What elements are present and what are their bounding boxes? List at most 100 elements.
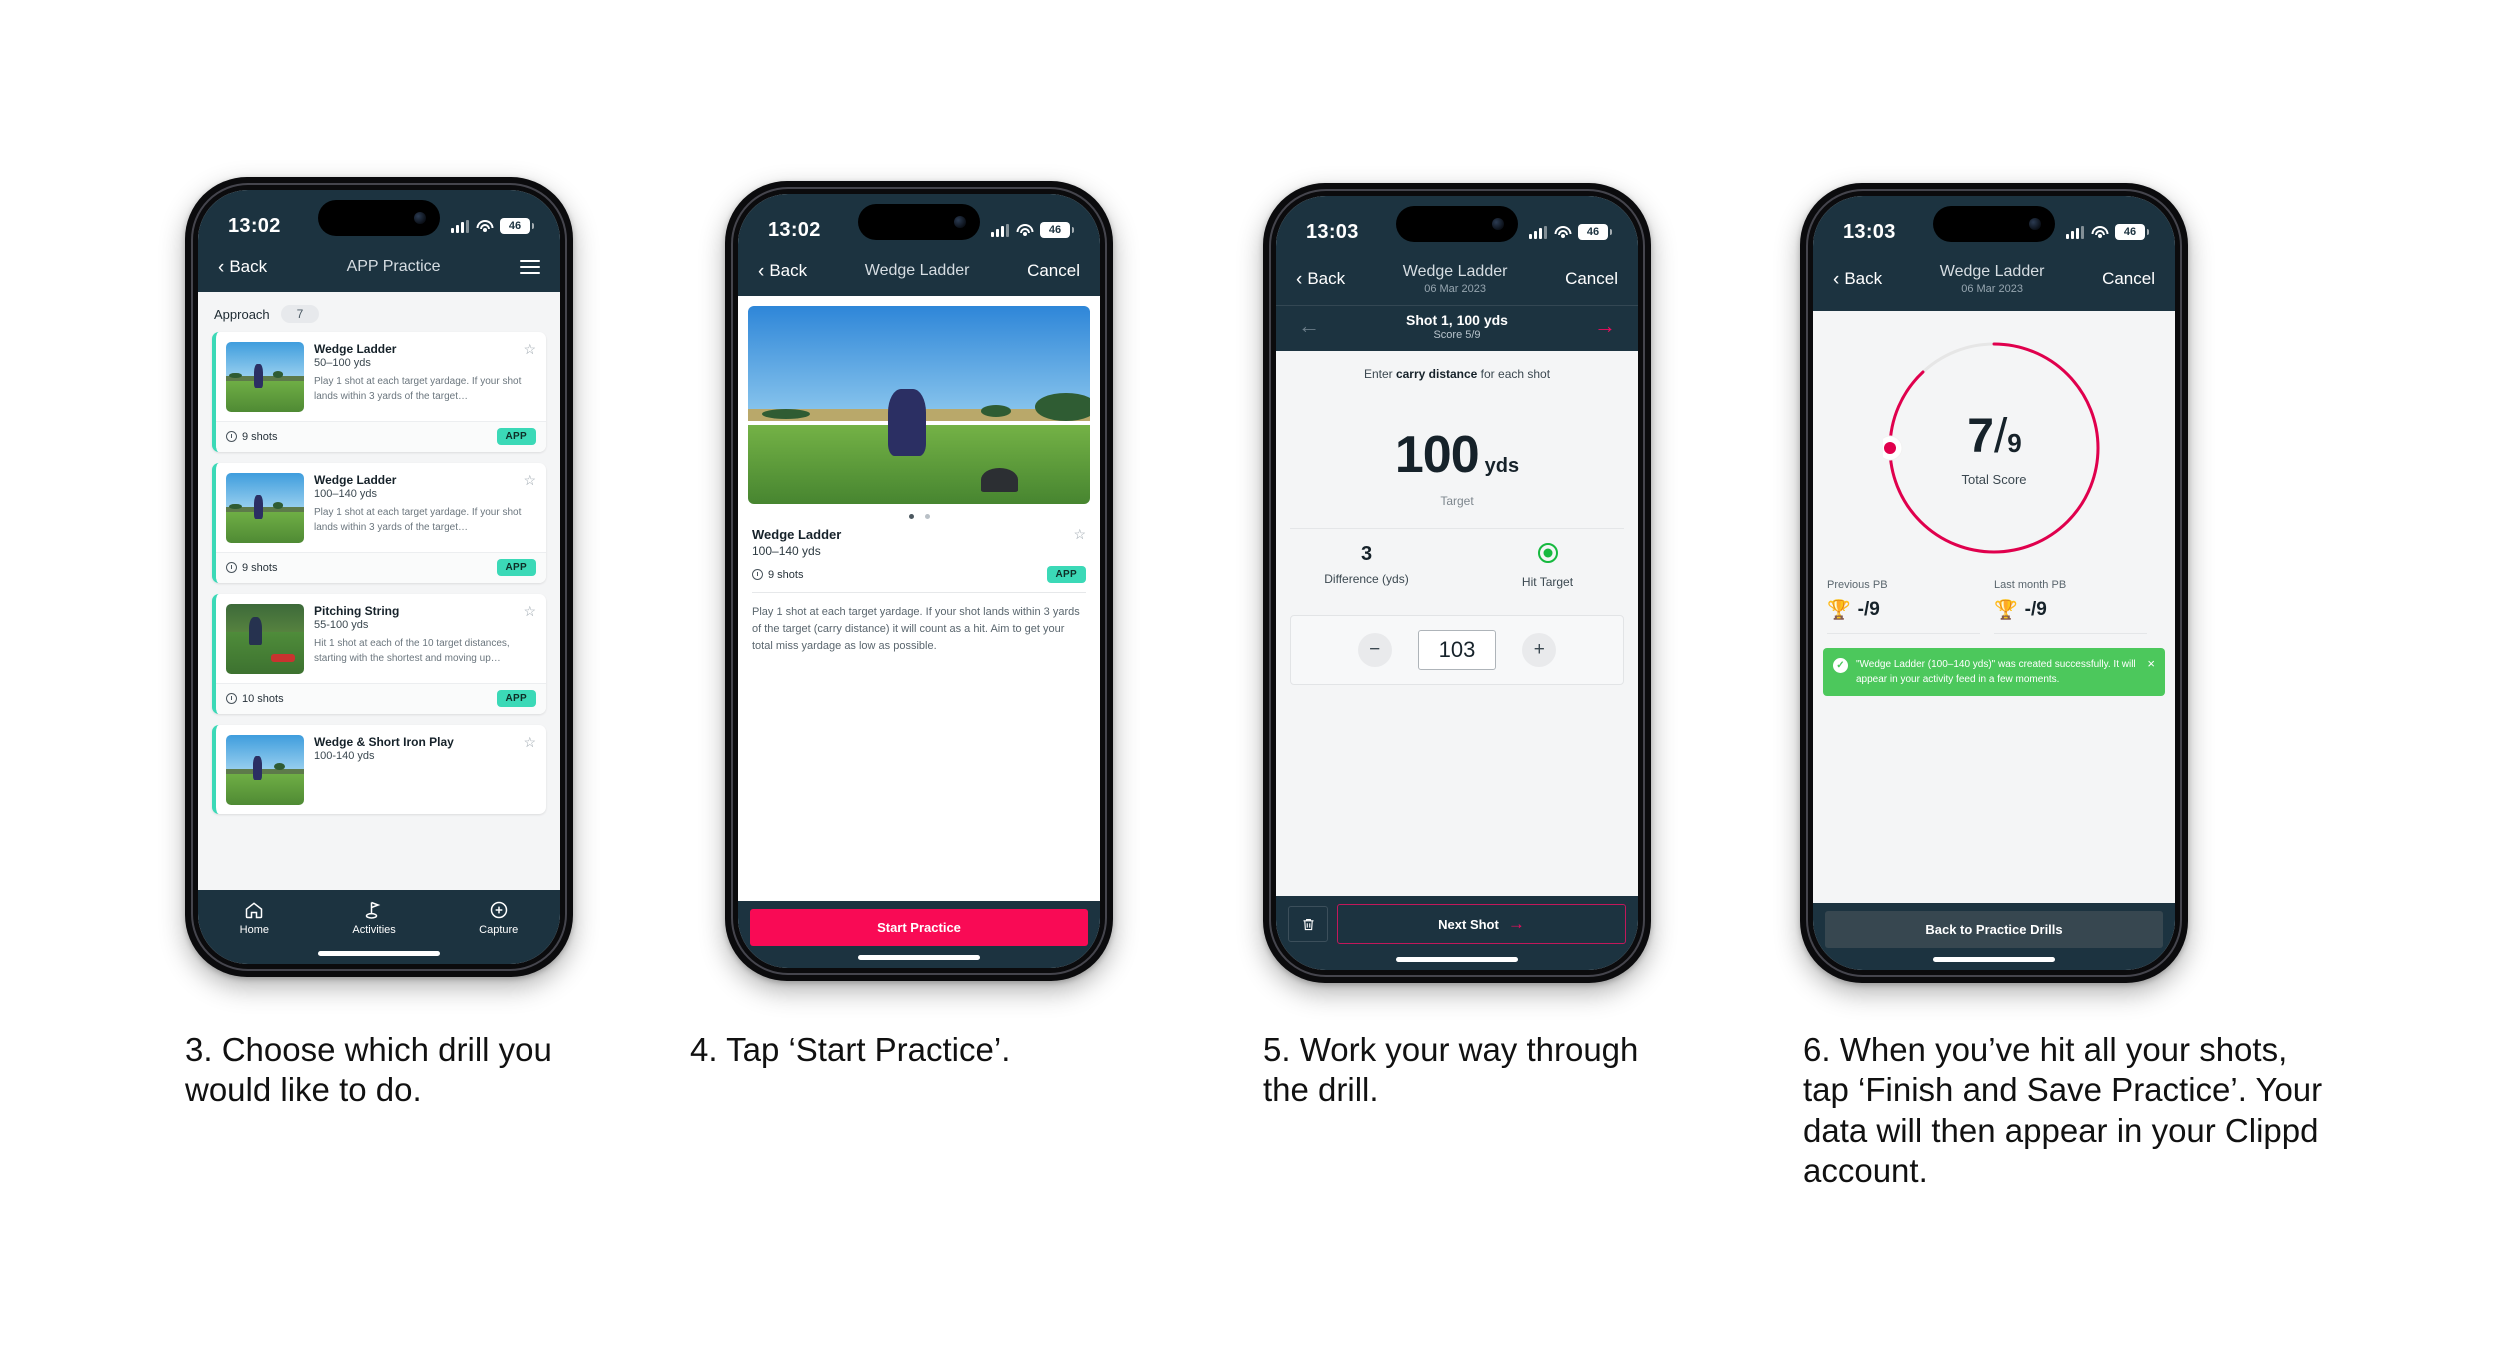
- dynamic-island: [318, 200, 440, 236]
- back-label: Back: [1844, 269, 1883, 289]
- caption-step-4: 4. Tap ‘Start Practice’.: [690, 1031, 1011, 1068]
- shot-result-row: 3 Difference (yds) Hit Target: [1276, 529, 1638, 589]
- carry-distance-stepper[interactable]: − 103 +: [1290, 614, 1624, 685]
- trophy-icon: 🏆: [1827, 599, 1851, 621]
- hit-target-icon: [1537, 542, 1558, 563]
- previous-pb-value-row: 🏆 -/9: [1827, 598, 1994, 622]
- drill-description: Play 1 shot at each target yardage. If y…: [314, 507, 522, 533]
- shot-count: 9 shots: [752, 569, 803, 581]
- chevron-left-icon: ‹: [1833, 268, 1840, 290]
- shot-count-label: 9 shots: [242, 561, 278, 574]
- drill-range: 100-140 yds: [314, 750, 375, 762]
- drill-description: Play 1 shot at each target yardage. If y…: [752, 606, 1080, 653]
- tab-activities[interactable]: Activities: [352, 900, 396, 936]
- start-practice-button[interactable]: Start Practice: [750, 909, 1088, 946]
- decrement-button[interactable]: −: [1357, 632, 1392, 667]
- back-button[interactable]: ‹ Back: [218, 257, 267, 277]
- success-toast: ✓ "Wedge Ladder (100–140 yds)" was creat…: [1823, 647, 2165, 696]
- front-camera-icon: [954, 216, 966, 228]
- category-badge: APP: [496, 559, 536, 576]
- menu-button[interactable]: [520, 260, 540, 274]
- cancel-button[interactable]: Cancel: [2102, 269, 2155, 289]
- drill-thumbnail: [226, 473, 304, 543]
- drill-thumbnail: [226, 735, 304, 805]
- page-title-text: Wedge Ladder: [1939, 263, 2045, 280]
- shot-count: 10 shots: [226, 693, 284, 705]
- back-button[interactable]: ‹ Back: [758, 261, 807, 281]
- drill-card-footer: 9 shots APP: [216, 421, 546, 452]
- cancel-button[interactable]: Cancel: [1027, 261, 1080, 281]
- category-filter[interactable]: Approach 7: [198, 292, 560, 332]
- shot-info: Shot 1, 100 yds Score 5/9: [1320, 312, 1594, 341]
- cellular-signal-icon: [451, 219, 469, 233]
- front-camera-icon: [2029, 218, 2041, 230]
- tab-capture[interactable]: Capture: [479, 900, 518, 936]
- close-icon[interactable]: ×: [2147, 656, 2155, 671]
- favorite-star-icon[interactable]: ☆: [523, 342, 536, 356]
- phone-shot-entry: 13:03 46 ‹ Back Wedge Ladder 06 Mar 2023…: [1263, 183, 1651, 983]
- hamburger-icon: [520, 260, 540, 274]
- target-unit: yds: [1484, 454, 1520, 477]
- favorite-star-icon[interactable]: ☆: [1073, 527, 1086, 541]
- next-shot-button[interactable]: Next Shot →: [1337, 904, 1626, 944]
- drill-card[interactable]: Wedge Ladder 100–140 yds ☆ Play 1 shot a…: [212, 463, 546, 583]
- previous-pb-label: Previous PB: [1827, 578, 1888, 591]
- difference-stat: 3 Difference (yds): [1276, 543, 1457, 589]
- wifi-icon: [1016, 223, 1033, 237]
- category-badge: APP: [496, 428, 536, 445]
- back-to-practice-drills-button[interactable]: Back to Practice Drills: [1825, 911, 2163, 948]
- plus-circle-icon: [490, 901, 507, 919]
- toast-message: "Wedge Ladder (100–140 yds)" was created…: [1856, 658, 2136, 685]
- next-shot-arrow-icon[interactable]: →: [1594, 315, 1616, 337]
- arrow-right-icon: →: [1507, 914, 1525, 933]
- entry-hint-pre: Enter: [1363, 366, 1396, 381]
- drill-meta: 9 shots APP: [752, 566, 1086, 593]
- previous-shot-arrow-icon[interactable]: ←: [1298, 315, 1320, 337]
- drill-list-body[interactable]: Approach 7 Wedge Ladder 50–100 yds ☆ Pla…: [198, 292, 560, 890]
- nav-bar: ‹ Back Wedge Ladder Cancel: [738, 252, 1100, 296]
- trophy-icon: 🏆: [1994, 599, 2018, 621]
- entry-hint: Enter carry distance for each shot: [1276, 351, 1638, 381]
- drill-card[interactable]: Pitching String 55-100 yds ☆ Hit 1 shot …: [212, 594, 546, 714]
- drill-card-footer: 9 shots APP: [216, 552, 546, 583]
- drill-detail-info: Wedge Ladder 100–140 yds ☆ 9 shots APP P…: [738, 527, 1100, 655]
- screen: 13:02 46 ‹ Back Wedge Ladder Cancel Wedg…: [738, 194, 1100, 968]
- trash-icon: [1303, 918, 1313, 930]
- clock-icon: [752, 569, 763, 580]
- category-count-chip: 7: [280, 305, 320, 323]
- score-ring-container: 7/9 Total Score: [1813, 311, 2175, 559]
- phone-score-summary: 13:03 46 ‹ Back Wedge Ladder 06 Mar 2023…: [1800, 183, 2188, 983]
- carousel-dots[interactable]: [738, 504, 1100, 527]
- back-button[interactable]: ‹ Back: [1833, 269, 1882, 289]
- drill-range: 100–140 yds: [314, 488, 377, 500]
- clock-icon: [226, 431, 237, 442]
- total-score-label: Total Score: [1961, 471, 2027, 487]
- drill-card-text: Wedge Ladder 50–100 yds ☆ Play 1 shot at…: [314, 342, 536, 412]
- divider: [1827, 632, 1980, 634]
- favorite-star-icon[interactable]: ☆: [523, 473, 536, 487]
- score-ring: 7/9 Total Score: [1883, 337, 2105, 559]
- favorite-star-icon[interactable]: ☆: [523, 604, 536, 618]
- back-button[interactable]: ‹ Back: [1296, 269, 1345, 289]
- shot-stepper-nav: ← Shot 1, 100 yds Score 5/9 →: [1276, 304, 1638, 351]
- shot-count: 9 shots: [226, 431, 277, 443]
- increment-button[interactable]: +: [1522, 632, 1557, 667]
- drill-card[interactable]: Wedge Ladder 50–100 yds ☆ Play 1 shot at…: [212, 332, 546, 452]
- phone-drill-list: 13:02 46 ‹ Back APP Practice Approach 7 …: [185, 177, 573, 977]
- cancel-button[interactable]: Cancel: [1565, 269, 1618, 289]
- divider: [1994, 632, 2147, 634]
- chevron-left-icon: ‹: [758, 260, 765, 282]
- favorite-star-icon[interactable]: ☆: [523, 735, 536, 749]
- wifi-icon: [476, 219, 493, 233]
- drill-card-main: Wedge Ladder 100–140 yds ☆ Play 1 shot a…: [216, 463, 546, 552]
- cta-container: Start Practice: [738, 901, 1100, 946]
- carry-distance-input[interactable]: 103: [1417, 629, 1497, 670]
- tab-home[interactable]: Home: [240, 900, 269, 936]
- delete-shot-button[interactable]: [1288, 906, 1328, 942]
- drill-card[interactable]: Wedge & Short Iron Play 100-140 yds ☆: [212, 725, 546, 814]
- hit-target-stat: Hit Target: [1457, 542, 1638, 589]
- drill-card-text: Wedge & Short Iron Play 100-140 yds ☆: [314, 735, 536, 805]
- tab-capture-label: Capture: [479, 924, 519, 936]
- wifi-icon: [1554, 225, 1571, 239]
- nav-bar: ‹ Back Wedge Ladder 06 Mar 2023 Cancel: [1813, 254, 2175, 311]
